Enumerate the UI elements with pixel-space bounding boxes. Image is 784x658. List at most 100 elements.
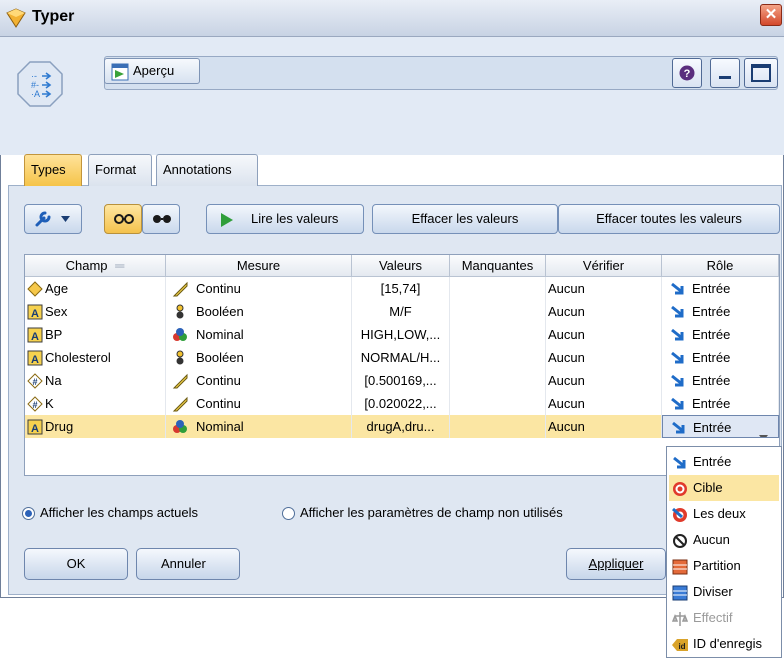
cancel-button[interactable]: Annuler bbox=[136, 548, 240, 580]
column-header-role[interactable]: Rôle bbox=[662, 255, 779, 277]
role-option-both[interactable]: Les deux bbox=[669, 501, 779, 527]
measure-cell[interactable]: Booléen bbox=[166, 346, 352, 369]
measure-cell[interactable]: Continu bbox=[166, 277, 352, 300]
apply-button[interactable]: Appliquer bbox=[566, 548, 666, 580]
role-cell[interactable]: Entrée bbox=[662, 277, 779, 300]
check-cell[interactable]: Aucun bbox=[546, 277, 662, 300]
values-cell[interactable]: NORMAL/H... bbox=[352, 346, 450, 369]
read-values-label: Lire les valeurs bbox=[251, 211, 339, 226]
values-cell[interactable]: M/F bbox=[352, 300, 450, 323]
tab-annotations[interactable]: Annotations bbox=[156, 154, 258, 186]
column-header-mesure[interactable]: Mesure bbox=[166, 255, 352, 277]
input-arrow-icon bbox=[671, 420, 687, 436]
role-option-frequency: Effectif bbox=[669, 605, 779, 631]
type-node-icon: ·- #- ·A bbox=[17, 61, 63, 107]
measure-value: Continu bbox=[196, 373, 241, 388]
table-row[interactable]: A BP Nominal HIGH,LOW,... Aucun Entrée bbox=[25, 323, 779, 346]
missing-cell[interactable] bbox=[450, 300, 546, 323]
column-header-verifier[interactable]: Vérifier bbox=[546, 255, 662, 277]
values-cell[interactable]: [15,74] bbox=[352, 277, 450, 300]
check-cell[interactable]: Aucun bbox=[546, 346, 662, 369]
role-value: Entrée bbox=[692, 396, 731, 411]
role-option-label: Cible bbox=[693, 480, 723, 495]
minimize-icon bbox=[719, 76, 731, 79]
column-header-valeurs[interactable]: Valeurs bbox=[352, 255, 450, 277]
role-option-none[interactable]: Aucun bbox=[669, 527, 779, 553]
values-cell[interactable]: drugA,dru... bbox=[352, 415, 450, 438]
minimize-button[interactable] bbox=[710, 58, 740, 88]
clear-all-values-button[interactable]: Effacer toutes les valeurs bbox=[558, 204, 780, 234]
read-values-button[interactable]: Lire les valeurs bbox=[206, 204, 364, 234]
close-button[interactable]: ✕ bbox=[760, 4, 782, 26]
role-cell[interactable]: Entrée bbox=[662, 323, 779, 346]
role-cell[interactable]: Entrée bbox=[662, 392, 779, 415]
role-combobox[interactable]: Entrée bbox=[662, 415, 779, 438]
table-row[interactable]: Age Continu [15,74] Aucun Entrée bbox=[25, 277, 779, 300]
glasses-icon bbox=[114, 214, 134, 224]
show-unused-radio[interactable] bbox=[282, 507, 295, 520]
svg-text:#: # bbox=[32, 400, 37, 410]
missing-cell[interactable] bbox=[450, 369, 546, 392]
check-cell[interactable]: Aucun bbox=[546, 300, 662, 323]
measure-cell[interactable]: Continu bbox=[166, 392, 352, 415]
tab-types[interactable]: Types bbox=[24, 154, 82, 186]
ok-button[interactable]: OK bbox=[24, 548, 128, 580]
measure-cell[interactable]: Nominal bbox=[166, 415, 352, 438]
split-icon bbox=[672, 584, 688, 601]
role-option-label: Aucun bbox=[693, 532, 730, 547]
values-value: drugA,dru... bbox=[366, 419, 435, 434]
measure-cell[interactable]: Continu bbox=[166, 369, 352, 392]
tab-format[interactable]: Format bbox=[88, 154, 152, 186]
clear-values-button[interactable]: Effacer les valeurs bbox=[372, 204, 558, 234]
role-cell[interactable]: Entrée bbox=[662, 300, 779, 323]
none-icon bbox=[672, 532, 688, 548]
show-current-radio[interactable] bbox=[22, 507, 35, 520]
target-icon bbox=[672, 480, 688, 496]
table-row[interactable]: # Na Continu [0.500169,... Aucun Entrée bbox=[25, 369, 779, 392]
values-value: [0.500169,... bbox=[364, 373, 437, 388]
role-option-target[interactable]: Cible bbox=[669, 475, 779, 501]
measure-cell[interactable]: Nominal bbox=[166, 323, 352, 346]
values-cell[interactable]: [0.500169,... bbox=[352, 369, 450, 392]
role-option-input-arrow[interactable]: Entrée bbox=[669, 449, 779, 475]
wrench-icon bbox=[35, 211, 51, 227]
table-row[interactable]: A Sex Booléen M/F Aucun Entrée bbox=[25, 300, 779, 323]
column-header-champ[interactable]: Champ ═ bbox=[25, 255, 166, 277]
chevron-down-icon[interactable] bbox=[759, 425, 768, 437]
column-header-manquantes[interactable]: Manquantes bbox=[450, 255, 546, 277]
preview-button[interactable]: Aperçu bbox=[104, 58, 200, 84]
ruler-icon bbox=[172, 373, 188, 389]
view-unused-button[interactable] bbox=[142, 204, 180, 234]
table-row[interactable]: # K Continu [0.020022,... Aucun Entrée bbox=[25, 392, 779, 415]
table-row[interactable]: A Drug Nominal drugA,dru... Aucun Entrée bbox=[25, 415, 779, 438]
check-cell[interactable]: Aucun bbox=[546, 323, 662, 346]
values-value: NORMAL/H... bbox=[360, 350, 441, 365]
missing-cell[interactable] bbox=[450, 392, 546, 415]
field-name: Sex bbox=[45, 304, 68, 319]
check-cell[interactable]: Aucun bbox=[546, 369, 662, 392]
view-current-button[interactable] bbox=[104, 204, 142, 234]
role-option-split[interactable]: Diviser bbox=[669, 579, 779, 605]
measure-cell[interactable]: Booléen bbox=[166, 300, 352, 323]
check-cell[interactable]: Aucun bbox=[546, 415, 662, 438]
values-cell[interactable]: [0.020022,... bbox=[352, 392, 450, 415]
tools-menu-button[interactable] bbox=[24, 204, 82, 234]
help-button[interactable]: ? bbox=[672, 58, 702, 88]
missing-cell[interactable] bbox=[450, 323, 546, 346]
missing-cell[interactable] bbox=[450, 277, 546, 300]
missing-cell[interactable] bbox=[450, 346, 546, 369]
role-option-label: Effectif bbox=[693, 610, 733, 625]
missing-cell[interactable] bbox=[450, 415, 546, 438]
continuous-diamond-icon bbox=[27, 281, 43, 297]
role-option-record-id[interactable]: id ID d'enregis bbox=[669, 631, 779, 657]
check-value: Aucun bbox=[548, 327, 585, 342]
maximize-button[interactable] bbox=[744, 58, 778, 88]
values-cell[interactable]: HIGH,LOW,... bbox=[352, 323, 450, 346]
check-cell[interactable]: Aucun bbox=[546, 392, 662, 415]
ruler-icon bbox=[172, 281, 188, 297]
table-row[interactable]: A Cholesterol Booléen NORMAL/H... Aucun Entré… bbox=[25, 346, 779, 369]
field-cell: # K bbox=[25, 392, 166, 415]
role-option-partition[interactable]: Partition bbox=[669, 553, 779, 579]
role-cell[interactable]: Entrée bbox=[662, 369, 779, 392]
role-cell[interactable]: Entrée bbox=[662, 346, 779, 369]
